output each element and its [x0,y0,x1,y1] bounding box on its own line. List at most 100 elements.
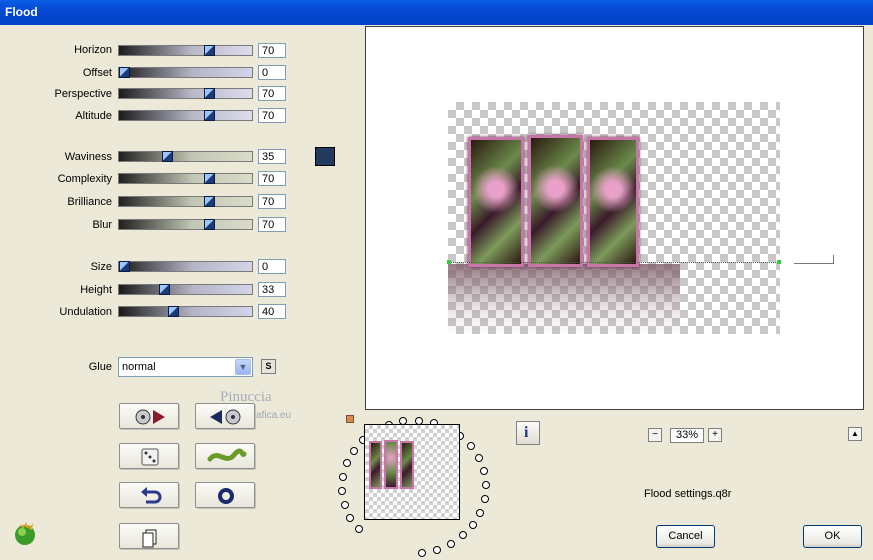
perspective-input[interactable] [258,86,286,101]
slider-thumb[interactable] [204,219,215,230]
height-input[interactable] [258,282,286,297]
undo-icon [141,487,162,504]
blur-label: Blur [92,219,112,231]
navigator-dot[interactable] [474,454,483,463]
slider-thumb[interactable] [204,45,215,56]
navigator-dot[interactable] [469,520,478,529]
complexity-slider[interactable] [118,173,253,184]
slider-thumb[interactable] [162,151,173,162]
perspective-slider[interactable] [118,88,253,99]
zoom-value: 33% [670,428,704,443]
undo-button[interactable] [119,482,179,508]
slider-thumb[interactable] [159,284,170,295]
window-title: Flood [5,5,38,19]
dice-icon [141,448,159,466]
offset-slider[interactable] [118,67,253,78]
navigator-dot[interactable] [349,446,358,455]
thumb-panel-center [384,440,398,489]
slider-thumb[interactable] [204,196,215,207]
navigator-dot[interactable] [418,548,427,557]
navigator-thumbnail[interactable] [364,424,460,520]
undulation-label: Undulation [59,306,112,318]
image-panel-left [468,137,524,267]
image-panel-center [528,135,583,267]
slider-thumb[interactable] [204,110,215,121]
navigator-dot[interactable] [480,495,489,504]
thumb-panel-left [369,441,382,489]
undulation-input[interactable] [258,304,286,319]
slider-thumb[interactable] [119,67,130,78]
copy-icon [142,529,157,548]
wave-button[interactable] [195,443,255,469]
image-panel-right [587,137,639,267]
cancel-button[interactable]: Cancel [656,525,715,548]
play-forward-button[interactable] [119,403,179,429]
altitude-slider[interactable] [118,110,253,121]
zoom-in-button[interactable]: + [708,428,722,442]
wave-icon [207,448,247,462]
navigator-dot[interactable] [447,539,456,548]
chevron-down-icon[interactable]: ▼ [235,359,251,375]
horizon-label: Horizon [74,44,112,56]
complexity-label: Complexity [57,173,112,185]
glue-select[interactable]: normal ▼ [118,357,253,377]
blur-input[interactable] [258,217,286,232]
navigator-dot[interactable] [338,486,347,495]
navigator-dot[interactable] [342,459,351,468]
slider-thumb[interactable] [204,88,215,99]
perspective-label: Perspective [54,88,112,100]
scroll-up-button[interactable]: ▲ [848,427,862,441]
navigator-dot[interactable] [338,472,347,481]
offset-input[interactable] [258,65,286,80]
horizon-handle-left[interactable] [447,260,451,264]
ok-button[interactable]: OK [803,525,862,548]
slider-thumb[interactable] [204,173,215,184]
title-bar: Flood [0,0,873,25]
ring-icon [218,488,234,504]
color-swatch[interactable] [315,147,335,166]
navigator-dot[interactable] [481,481,490,490]
navigator-dot[interactable] [479,467,488,476]
slider-thumb[interactable] [168,306,179,317]
s-button[interactable]: S [261,359,276,374]
altitude-label: Altitude [75,110,112,122]
navigator-dot[interactable] [466,442,475,451]
size-input[interactable] [258,259,286,274]
brilliance-input[interactable] [258,194,286,209]
horizon-line[interactable] [448,262,780,263]
info-button[interactable]: i [516,421,540,445]
brilliance-slider[interactable] [118,196,253,207]
horizon-handle-right[interactable] [777,260,781,264]
glue-label: Glue [88,361,112,373]
navigator-dot[interactable] [354,525,363,534]
play-backward-button[interactable] [195,403,255,429]
horizon-slider[interactable] [118,45,253,56]
disc-reverse-icon [210,409,241,425]
randomize-button[interactable] [119,443,179,469]
height-slider[interactable] [118,284,253,295]
navigator-anchor[interactable] [346,415,354,423]
complexity-input[interactable] [258,171,286,186]
navigator-dot[interactable] [476,508,485,517]
info-icon: i [524,424,529,441]
copy-button[interactable] [119,523,179,549]
navigator-dot[interactable] [433,545,442,554]
waviness-input[interactable] [258,149,286,164]
altitude-input[interactable] [258,108,286,123]
waviness-slider[interactable] [118,151,253,162]
blur-slider[interactable] [118,219,253,230]
offset-label: Offset [82,67,112,79]
reset-button[interactable] [195,482,255,508]
navigator-dot[interactable] [346,513,355,522]
size-label: Size [90,261,112,273]
navigator-dot[interactable] [340,500,349,509]
navigator-dot[interactable] [459,531,468,540]
undulation-slider[interactable] [118,306,253,317]
slider-thumb[interactable] [119,261,130,272]
settings-filename: Flood settings.q8r [644,488,732,500]
thumb-panel-right [400,441,414,489]
horizon-input[interactable] [258,43,286,58]
size-slider[interactable] [118,261,253,272]
disc-play-icon [135,409,165,425]
zoom-out-button[interactable]: − [648,428,662,442]
